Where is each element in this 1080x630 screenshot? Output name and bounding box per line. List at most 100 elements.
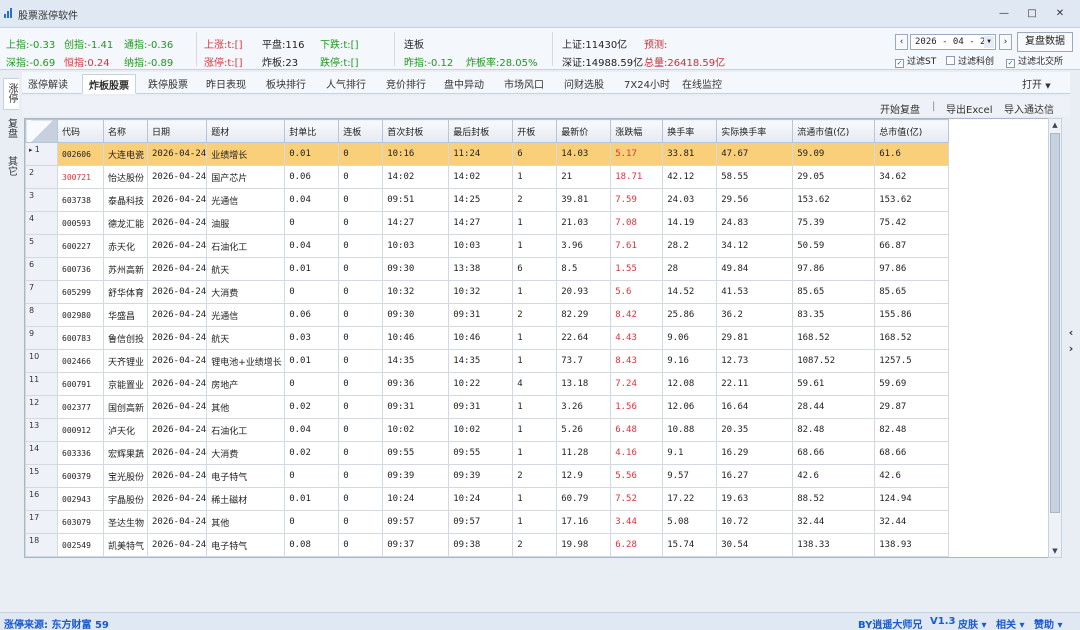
filter-kc-checkbox[interactable]: 过滤科创 [946,54,994,67]
export-excel-button[interactable]: 导出Excel [946,101,993,116]
scrollbar-thumb[interactable] [1050,133,1060,513]
column-header[interactable]: 最后封板 [448,119,514,143]
side-tab-other[interactable]: 其它 [3,156,19,186]
table-cell: 7.52 [610,487,664,511]
table-cell: 11.28 [556,441,612,465]
tab-7x24[interactable]: 7X24小时 [624,76,670,91]
table-row[interactable]: 7 605299 舒华体育 2026-04-24 大消费 0 0 10:32 10:32 1 20.… [25,280,950,304]
table-cell: 0.06 [284,303,340,327]
table-row[interactable]: 14 603336 宏辉果蔬 2026-04-24 大消费 0.02 0 09:55 09:55… [25,441,950,465]
filter-st-checkbox[interactable]: ✓ 过滤ST [895,54,936,68]
row-number: 5 [25,234,58,258]
column-header[interactable]: 题材 [206,119,286,143]
tab-market-trend[interactable]: 市场风口 [504,76,544,91]
vertical-scrollbar[interactable]: ▲ ▼ [1048,118,1062,558]
fetch-data-button[interactable]: 复盘数据 [1017,32,1073,52]
table-cell: 2026-04-24 [146,418,208,442]
chevron-right-icon[interactable]: › [1064,342,1078,356]
column-header[interactable]: 连板 [338,119,384,143]
start-review-button[interactable]: 开始复盘 [880,101,920,116]
scroll-up-icon[interactable]: ▲ [1049,119,1061,131]
tab-sector-rank[interactable]: 板块排行 [266,76,306,91]
table-cell: 10:02 [448,418,514,442]
date-picker[interactable]: 2026 - 04 - 24 ▼ [910,34,996,50]
chevron-left-icon[interactable]: ‹ [1064,326,1078,340]
table-cell: 97.86 [792,257,876,281]
table-row[interactable]: 11 600791 京能置业 2026-04-24 房地产 0 0 09:36 10:22 4 13… [25,372,950,396]
table-cell: 石油化工 [206,234,286,258]
table-row[interactable]: 5 600227 赤天化 2026-04-24 石油化工 0.04 0 10:03 10:03 1… [25,234,950,258]
column-header[interactable]: 日期 [146,119,208,143]
table-row[interactable]: 3 603738 泰晶科技 2026-04-24 光通信 0.04 0 09:51 14:25 2… [25,188,950,212]
scroll-down-icon[interactable]: ▼ [1049,545,1061,557]
table-row[interactable]: 18 002549 凯美特气 2026-04-24 电子特气 0.08 0 09:37 09:3… [25,533,950,557]
table-row[interactable]: 17 603079 圣达生物 2026-04-24 其他 0 0 09:57 09:57 1 17.… [25,510,950,534]
open-menu[interactable]: 打开 ▼ [1022,76,1051,91]
row-number: 15 [25,464,58,488]
stock-table: 代码 名称 日期 题材 封单比 连板 首次封板 最后封板 开板 最新价 涨跌幅 换手率 实际换手率 流通市… [25,119,950,557]
table-row[interactable]: 13 000912 泸天化 2026-04-24 石油化工 0.04 0 10:02 10:02… [25,418,950,442]
table-cell: 29.87 [874,395,950,419]
next-date-button[interactable]: › [999,34,1012,50]
tab-broken-stocks[interactable]: 炸板股票 [82,74,136,94]
table-row[interactable]: 16 002943 宇晶股份 2026-04-24 稀土磁材 0.01 0 10:24 10:2… [25,487,950,511]
chevron-down-icon[interactable]: ▼ [984,36,994,48]
column-header[interactable]: 封单比 [284,119,340,143]
tab-intraday-moves[interactable]: 盘中异动 [444,76,484,91]
table-row[interactable]: 2 300721 怡达股份 2026-04-24 国产芯片 0.06 0 14:02 14:02… [25,165,950,189]
tab-limitup-analysis[interactable]: 涨停解读 [28,76,68,91]
table-row[interactable]: 10 002466 天齐锂业 2026-04-24 锂电池+业绩增长 0.01 0 14:35… [25,349,950,373]
import-tdx-button[interactable]: 导入通达信 [1004,101,1054,116]
down-count: 下跌:t:[] [320,40,359,51]
table-cell: 10:46 [448,326,514,350]
table-cell: 12.06 [662,395,718,419]
tab-wencai[interactable]: 问财选股 [564,76,604,91]
table-cell: 97.86 [874,257,950,281]
table-row[interactable]: 4 000593 德龙汇能 2026-04-24 油服 0 0 14:27 14:27 1 21.0… [25,211,950,235]
table-cell: 5.08 [662,510,718,534]
column-header[interactable]: 涨跌幅 [610,119,664,143]
maximize-icon[interactable]: □ [1024,6,1040,22]
table-row[interactable]: 8 002980 华盛昌 2026-04-24 光通信 0.06 0 09:30 09:31 2 8… [25,303,950,327]
table-row[interactable]: 9 600783 鲁信创投 2026-04-24 航天 0.03 0 10:46 10:46 1 2… [25,326,950,350]
table-cell: 34.12 [716,234,794,258]
divider [196,32,197,66]
minimize-icon[interactable]: — [996,6,1012,22]
side-tab-review[interactable]: 复盘 [3,118,19,148]
column-header[interactable]: 开板 [512,119,558,143]
table-cell: 09:55 [448,441,514,465]
column-header[interactable]: 实际换手率 [716,119,794,143]
column-header[interactable]: 换手率 [662,119,718,143]
table-row[interactable]: 15 600379 宝光股份 2026-04-24 电子特气 0 0 09:39 09:39 2 1… [25,464,950,488]
table-cell: 000912 [57,418,104,442]
tab-yesterday[interactable]: 昨日表现 [206,76,246,91]
table-cell: 603336 [57,441,104,465]
tab-popularity-rank[interactable]: 人气排行 [326,76,366,91]
column-header[interactable]: 首次封板 [382,119,450,143]
table-row[interactable]: 12 002377 国创高新 2026-04-24 其他 0.02 0 09:31 09:31 1… [25,395,950,419]
donate-menu[interactable]: 赞助 ▾ [1034,616,1063,630]
skin-menu[interactable]: 皮肤 ▾ [958,616,987,630]
window-title: 股票涨停软件 [18,11,78,22]
table-cell: 9.06 [662,326,718,350]
tab-auction-rank[interactable]: 竞价排行 [386,76,426,91]
column-header[interactable]: 代码 [57,119,104,143]
table-cell: 155.86 [874,303,950,327]
column-header[interactable]: 总市值(亿) [874,119,950,143]
column-header[interactable]: 流通市值(亿) [792,119,876,143]
column-header[interactable]: 名称 [103,119,148,143]
related-menu[interactable]: 相关 ▾ [996,616,1025,630]
close-icon[interactable]: ✕ [1052,6,1068,22]
filter-bj-checkbox[interactable]: ✓ 过滤北交所 [1006,54,1063,68]
table-cell: 47.67 [716,142,794,166]
column-header[interactable]: 最新价 [556,119,612,143]
divider [552,32,553,66]
table-row[interactable]: 6 600736 苏州高新 2026-04-24 航天 0.01 0 09:30 13:38 6 8… [25,257,950,281]
tab-limitdown-stocks[interactable]: 跌停股票 [148,76,188,91]
table-cell: 09:31 [448,303,514,327]
prev-date-button[interactable]: ‹ [895,34,908,50]
side-tab-limitup[interactable]: 涨停 [3,78,19,110]
table-row[interactable]: ▸ 1 002606 大连电瓷 2026-04-24 业绩增长 0.01 0 10:16 11:… [25,142,950,166]
tab-online-monitor[interactable]: 在线监控 [682,76,722,91]
table-cell: 138.93 [874,533,950,557]
